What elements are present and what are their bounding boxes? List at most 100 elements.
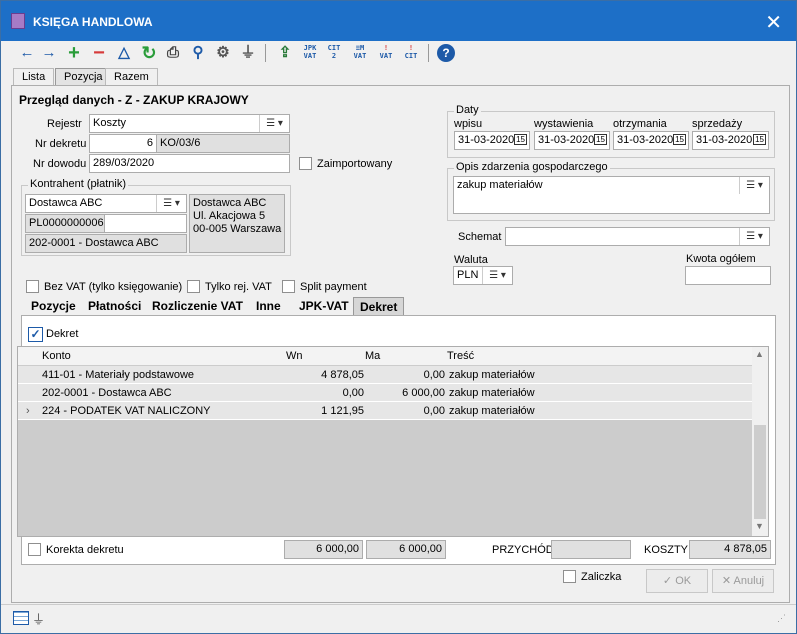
remove-icon[interactable]: − [89, 43, 109, 63]
data-wystawienia-field[interactable]: 31-03-2020 15 [534, 131, 610, 150]
jpk-vat-icon[interactable]: JPK VAT [299, 44, 321, 64]
address-street: Ul. Akacjowa 5 [193, 210, 266, 222]
zm-vat-icon[interactable]: ≡M VAT [349, 44, 371, 64]
chevron-down-icon[interactable]: ☰ ▾ [156, 195, 186, 212]
dekret-grid: Konto Wn Ma Treść 411-01 - Materiały pod… [17, 346, 769, 537]
tab-pozycje[interactable]: Pozycje [25, 297, 82, 315]
row-tresc: zakup materiałów [449, 387, 535, 399]
nr-dowodu-input[interactable]: 289/03/2020 [89, 154, 290, 173]
cit-report-icon-bottom: CIT [404, 52, 418, 60]
scroll-thumb[interactable] [754, 425, 766, 519]
calendar-icon[interactable]: 15 [594, 134, 607, 145]
jpk-vat-icon-top: JPK [303, 44, 317, 52]
grid-header: Konto Wn Ma Treść [18, 347, 753, 365]
tab-dekret[interactable]: Dekret [353, 297, 405, 315]
bez-vat-checkbox[interactable] [26, 280, 39, 293]
opis-combo[interactable]: zakup materiałów ☰ ▾ [453, 176, 770, 214]
data-wpisu-label: wpisu [454, 118, 483, 130]
nr-dekretu-number[interactable]: 6 [89, 134, 157, 153]
chevron-down-icon[interactable]: ☰ ▾ [482, 267, 512, 284]
scroll-down-icon[interactable]: ▼ [755, 521, 764, 531]
tab-rozliczenie-vat[interactable]: Rozliczenie VAT [146, 297, 249, 315]
data-sprzedazy-label: sprzedaży [692, 118, 743, 130]
zaimportowany-checkbox[interactable] [299, 157, 312, 170]
waluta-combo[interactable]: PLN ☰ ▾ [453, 266, 513, 285]
data-otrzymania-field[interactable]: 31-03-2020 15 [613, 131, 689, 150]
kontrahent-combo[interactable]: Dostawca ABC ☰ ▾ [25, 194, 187, 213]
calendar-icon[interactable]: 15 [514, 134, 527, 145]
anuluj-button[interactable]: ✕ Anuluj [712, 569, 774, 593]
row-wn: 0,00 [342, 387, 364, 399]
chevron-down-icon[interactable]: ☰ ▾ [739, 177, 769, 194]
tab-platnosci[interactable]: Płatności [82, 297, 147, 315]
row-wn: 1 121,95 [321, 405, 364, 417]
dekret-checkbox[interactable]: ✓ [28, 327, 43, 342]
data-wpisu-field[interactable]: 31-03-2020 15 [454, 131, 530, 150]
resize-grip-icon[interactable]: ⋰ [777, 613, 786, 624]
tab-pozycja[interactable]: Pozycja [55, 68, 112, 86]
waluta-value: PLN [457, 269, 479, 281]
calendar-icon[interactable]: 15 [753, 134, 766, 145]
cit-2-icon[interactable]: CIT 2 [323, 44, 345, 64]
calendar-icon[interactable]: 15 [673, 134, 686, 145]
ma-sum: 6 000,00 [366, 540, 446, 559]
row-ma: 0,00 [423, 405, 445, 417]
col-ma[interactable]: Ma [365, 350, 380, 362]
search-icon[interactable]: ⚲ [188, 43, 208, 63]
tab-lista[interactable]: Lista [13, 68, 55, 86]
sub-tabs: Pozycje Płatności Rozliczenie VAT Inne J… [25, 297, 405, 315]
kontrahent-nip: PL0000000006 [25, 214, 105, 233]
split-payment-checkbox[interactable] [282, 280, 295, 293]
rejestr-label: Rejestr [47, 118, 82, 130]
grid-view-icon[interactable] [13, 611, 29, 625]
chevron-down-icon[interactable]: ☰ ▾ [259, 115, 289, 132]
export-icon[interactable]: ⇪ [275, 43, 295, 63]
tylko-rej-vat-checkbox[interactable] [187, 280, 200, 293]
triangle-icon[interactable]: △ [114, 43, 134, 63]
tab-jpk-vat[interactable]: JPK-VAT [293, 297, 355, 315]
tab-razem[interactable]: Razem [105, 68, 158, 86]
filter-icon[interactable]: ⏚ [238, 43, 258, 63]
vat-report-icon[interactable]: ! VAT [375, 44, 397, 64]
section-title: Przegląd danych - Z - ZAKUP KRAJOWY [19, 93, 249, 107]
add-icon[interactable]: + [64, 43, 84, 63]
table-row[interactable]: › 224 - PODATEK VAT NALICZONY 1 121,95 0… [18, 402, 753, 420]
data-wpisu-value: 31-03-2020 [458, 134, 515, 146]
col-konto[interactable]: Konto [42, 350, 71, 362]
nr-dowodu-label: Nr dowodu [33, 158, 87, 170]
data-sprzedazy-value: 31-03-2020 [696, 134, 753, 146]
arrow-right-icon[interactable]: → [39, 43, 59, 63]
filter-settings-icon[interactable]: ⏚ [32, 609, 45, 628]
data-sprzedazy-field[interactable]: 31-03-2020 15 [692, 131, 769, 150]
koszty-value: 4 878,05 [689, 540, 771, 559]
app-icon [11, 13, 25, 29]
zaliczka-checkbox[interactable] [563, 570, 576, 583]
col-wn[interactable]: Wn [286, 350, 303, 362]
vat-report-icon-bottom: VAT [379, 52, 393, 60]
scroll-up-icon[interactable]: ▲ [755, 349, 764, 359]
arrow-left-icon[interactable]: ← [17, 43, 37, 63]
settings-icon[interactable]: ⚙ [213, 43, 233, 63]
tab-inne[interactable]: Inne [250, 297, 287, 315]
chevron-down-icon[interactable]: ☰ ▾ [739, 228, 769, 245]
row-tresc: zakup materiałów [449, 405, 535, 417]
kwota-input[interactable] [685, 266, 771, 285]
help-icon[interactable]: ? [437, 44, 455, 62]
cit-report-icon[interactable]: ! CIT [400, 44, 422, 64]
korekta-checkbox[interactable] [28, 543, 41, 556]
col-tresc[interactable]: Treść [447, 350, 474, 362]
table-row[interactable]: 202-0001 - Dostawca ABC 0,00 6 000,00 za… [18, 384, 753, 402]
refresh-icon[interactable]: ↻ [139, 43, 159, 63]
kontrahent-extra-field[interactable] [104, 214, 187, 233]
table-row[interactable]: 411-01 - Materiały podstawowe 4 878,05 0… [18, 366, 753, 384]
rejestr-combo[interactable]: Koszty ☰ ▾ [89, 114, 290, 133]
zaimportowany-label: Zaimportowany [317, 158, 393, 170]
schemat-combo[interactable]: ☰ ▾ [505, 227, 770, 246]
grid-scrollbar[interactable]: ▲ ▼ [752, 347, 768, 536]
ok-button[interactable]: ✓ OK [646, 569, 708, 593]
korekta-label: Korekta dekretu [46, 544, 124, 556]
przychod-value [551, 540, 631, 559]
print-icon[interactable]: ⎙ [163, 43, 183, 63]
close-button[interactable]: ✕ [765, 10, 782, 35]
row-konto: 224 - PODATEK VAT NALICZONY [42, 405, 211, 417]
